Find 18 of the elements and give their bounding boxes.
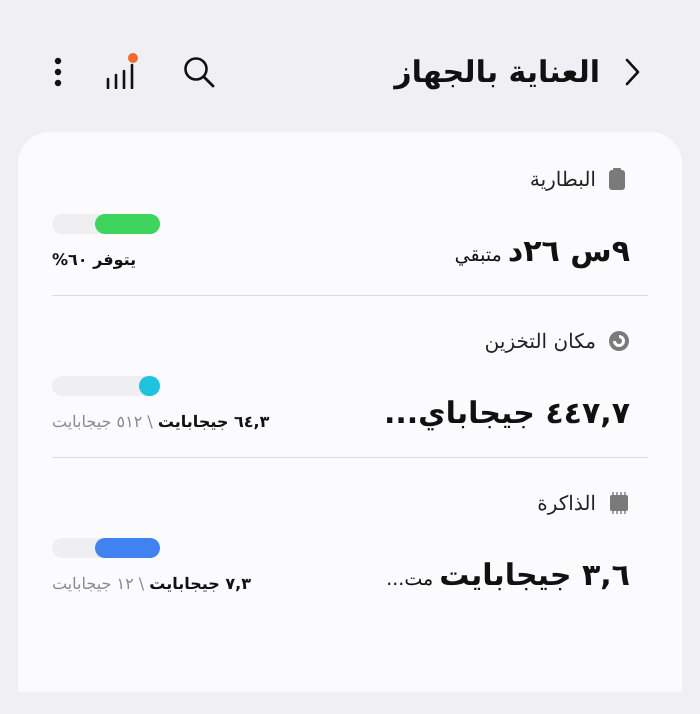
more-icon xyxy=(54,57,62,87)
section-item[interactable]: البطارية ٩س ٢٦د متبقي يتوفر ٦٠% xyxy=(52,154,648,296)
section-value: ٩س ٢٦د متبقي xyxy=(454,234,630,269)
chip-icon xyxy=(608,492,630,514)
section-label: مكان التخزين xyxy=(484,329,596,353)
section-value: ٣,٦ جيجابايت مت... xyxy=(386,558,630,593)
pie-chart-icon xyxy=(608,330,630,352)
section-value: ٤٤٧,٧ جيجاباي... xyxy=(384,396,630,431)
section-label: البطارية xyxy=(530,167,596,191)
section-item[interactable]: الذاكرة ٣,٦ جيجابايت مت... ٧,٣ جيجابايت \ ١٢ جيجابايت xyxy=(52,478,648,619)
usage-caption: ٧,٣ جيجابايت \ ١٢ جيجابايت xyxy=(52,574,251,593)
section-label: الذاكرة xyxy=(537,491,596,515)
chevron-icon xyxy=(624,58,640,86)
usage-caption: ٦٤,٣ جيجابايت \ ٥١٢ جيجابايت xyxy=(52,412,270,431)
page-title: العناية بالجهاز xyxy=(394,54,600,90)
usage-caption: يتوفر ٦٠% xyxy=(52,250,136,269)
section-item[interactable]: مكان التخزين ٤٤٧,٧ جيجاباي... ٦٤,٣ جيجابايت \ ٥١٢ جيجابايت xyxy=(52,316,648,458)
search-icon xyxy=(182,55,216,89)
